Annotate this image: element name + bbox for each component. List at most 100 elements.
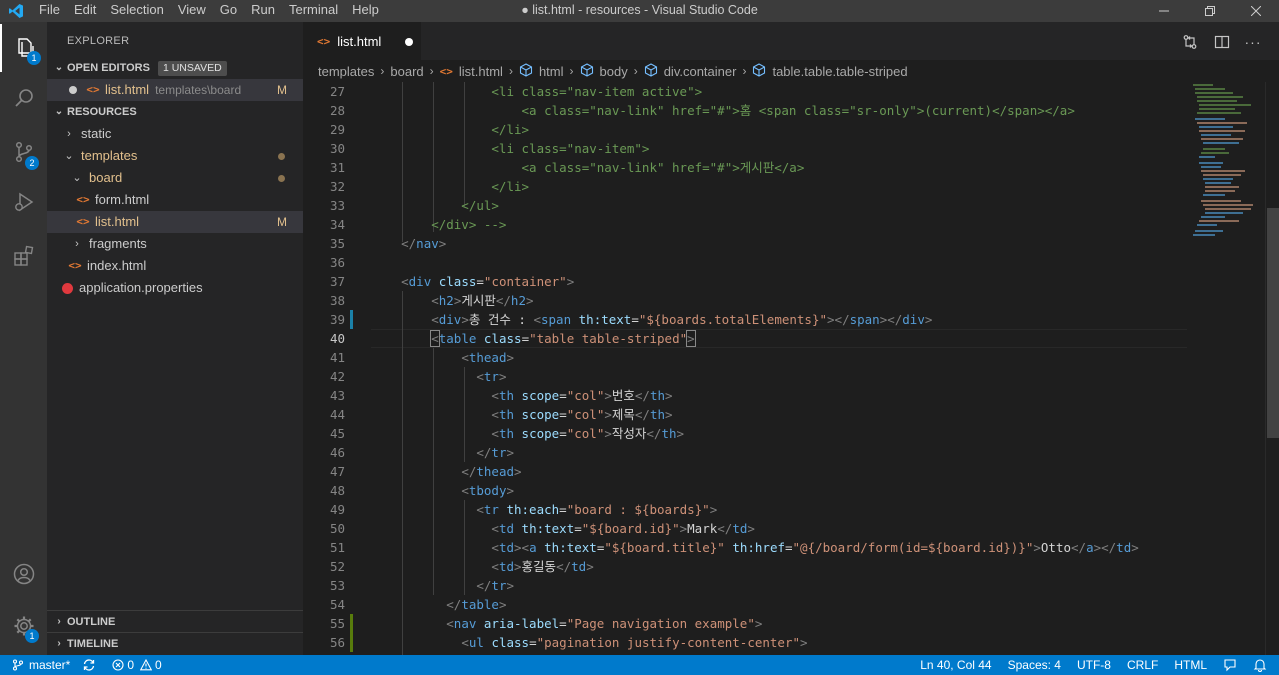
- properties-file-icon: [59, 282, 75, 294]
- breadcrumb-item[interactable]: html: [539, 64, 564, 79]
- code-line: <nav aria-label="Page navigation example…: [446, 616, 763, 631]
- menu-terminal[interactable]: Terminal: [282, 0, 345, 22]
- code-line: <div>총 건수 : <span th:text="${boards.tota…: [431, 312, 933, 327]
- tree-item-application-properties[interactable]: application.properties: [47, 277, 303, 299]
- menu-edit[interactable]: Edit: [67, 0, 103, 22]
- minimap[interactable]: [1189, 82, 1269, 655]
- vertical-scrollbar[interactable]: [1265, 82, 1279, 655]
- vscode-logo-icon: [0, 0, 32, 22]
- line-number-gutter: 27 28 29 30 31 32 33 34 35 36 37 38 39 4…: [303, 82, 353, 655]
- code-line: <tr th:each="board : ${boards}">: [476, 502, 718, 517]
- tree-item-list-html[interactable]: <> list.html M: [47, 211, 303, 233]
- symbol-cube-icon: [519, 62, 533, 80]
- cursor-position-status[interactable]: Ln 40, Col 44: [914, 655, 1001, 675]
- tree-item-index-html[interactable]: <> index.html: [47, 255, 303, 277]
- line-number-current: 40: [329, 331, 345, 346]
- code-area[interactable]: <li class="nav-item active"> <a class="n…: [371, 82, 1251, 655]
- source-control-activity[interactable]: 2: [0, 128, 47, 176]
- run-debug-icon: [14, 192, 33, 212]
- line-number: 42: [329, 369, 345, 384]
- html-file-icon: <>: [317, 34, 331, 48]
- breadcrumb-item[interactable]: table.table.table-striped: [772, 64, 907, 79]
- accounts-activity[interactable]: [0, 550, 47, 598]
- manage-activity[interactable]: 1: [0, 602, 47, 650]
- chevron-down-icon: ⌄: [54, 62, 64, 73]
- more-actions-button[interactable]: ···: [1243, 32, 1263, 52]
- line-number: 33: [329, 198, 345, 213]
- explorer-badge: 1: [27, 51, 41, 65]
- breadcrumb-item[interactable]: body: [600, 64, 628, 79]
- folder-label: RESOURCES: [67, 106, 137, 118]
- tree-item-label: fragments: [89, 236, 147, 251]
- window-controls: [1141, 0, 1279, 22]
- line-number: 35: [329, 236, 345, 251]
- git-branch-status[interactable]: master*: [0, 655, 76, 675]
- tree-item-fragments[interactable]: › fragments: [47, 233, 303, 255]
- explorer-activity[interactable]: 1: [0, 24, 47, 72]
- line-number: 44: [329, 407, 345, 422]
- split-editor-button[interactable]: [1212, 32, 1232, 52]
- line-number: 54: [329, 597, 345, 612]
- code-line: <th scope="col">작성자</th>: [491, 426, 685, 441]
- indentation-status[interactable]: Spaces: 4: [1002, 655, 1071, 675]
- resources-folder-header[interactable]: ⌄ RESOURCES: [47, 101, 303, 123]
- notifications-button[interactable]: [1247, 655, 1279, 675]
- sidebar-title: EXPLORER: [67, 35, 130, 47]
- line-number: 55: [329, 616, 345, 631]
- timeline-section[interactable]: › TIMELINE: [47, 632, 303, 655]
- open-editors-header[interactable]: ⌄ OPEN EDITORS 1 UNSAVED: [47, 57, 303, 79]
- encoding-status[interactable]: UTF-8: [1071, 655, 1121, 675]
- scrollbar-thumb[interactable]: [1267, 208, 1279, 438]
- extensions-icon: [13, 245, 33, 266]
- tree-item-board[interactable]: ⌄ board: [47, 167, 303, 189]
- extensions-activity[interactable]: [0, 232, 47, 280]
- run-debug-activity[interactable]: [0, 178, 47, 226]
- line-number: 36: [329, 255, 345, 270]
- open-changes-button[interactable]: [1180, 32, 1200, 52]
- feedback-button[interactable]: [1217, 655, 1247, 675]
- menu-selection[interactable]: Selection: [103, 0, 170, 22]
- tab-list-html[interactable]: <> list.html: [303, 22, 421, 60]
- sync-button[interactable]: [76, 655, 102, 675]
- code-line: <div class="container">: [401, 274, 575, 289]
- menu-help[interactable]: Help: [345, 0, 386, 22]
- breadcrumb-item[interactable]: div.container: [664, 64, 737, 79]
- line-number: 31: [329, 160, 345, 175]
- unsaved-dot-icon[interactable]: [65, 86, 81, 94]
- outline-section[interactable]: › OUTLINE: [47, 610, 303, 633]
- menu-run[interactable]: Run: [244, 0, 282, 22]
- code-editor[interactable]: 27 28 29 30 31 32 33 34 35 36 37 38 39 4…: [303, 82, 1279, 655]
- settings-badge: 1: [25, 629, 39, 643]
- search-activity[interactable]: [0, 74, 47, 122]
- code-line: <ul class="pagination justify-content-ce…: [461, 635, 808, 650]
- breadcrumb-item[interactable]: board: [390, 64, 423, 79]
- code-line: <th scope="col">번호</th>: [491, 388, 673, 403]
- tree-item-templates[interactable]: ⌄ templates: [47, 145, 303, 167]
- breadcrumb-item[interactable]: templates: [318, 64, 374, 79]
- title-bar: File Edit Selection View Go Run Terminal…: [0, 0, 1279, 22]
- code-line: <li class="nav-item">: [371, 141, 650, 156]
- tree-item-static[interactable]: › static: [47, 123, 303, 145]
- code-line: </tr>: [476, 578, 515, 593]
- chevron-right-icon: ›: [633, 64, 638, 78]
- open-editor-list-html[interactable]: <> list.html templates\board M: [47, 79, 303, 101]
- unsaved-dot-icon[interactable]: [405, 38, 413, 46]
- chevron-right-icon: ›: [57, 638, 61, 649]
- restore-button[interactable]: [1187, 0, 1233, 22]
- chevron-down-icon: ⌄: [64, 150, 74, 162]
- eol-status[interactable]: CRLF: [1121, 655, 1168, 675]
- breadcrumb-item[interactable]: list.html: [459, 64, 503, 79]
- language-mode-status[interactable]: HTML: [1168, 655, 1217, 675]
- tree-item-form-html[interactable]: <> form.html: [47, 189, 303, 211]
- problems-status[interactable]: 0 0: [102, 655, 167, 675]
- menu-view[interactable]: View: [171, 0, 213, 22]
- open-editor-filename: list.html: [105, 82, 150, 97]
- minimize-button[interactable]: [1141, 0, 1187, 22]
- menu-go[interactable]: Go: [213, 0, 244, 22]
- symbol-cube-icon: [644, 62, 658, 80]
- error-count: 0: [127, 658, 135, 672]
- line-number: 41: [329, 350, 345, 365]
- feedback-icon: [1224, 659, 1236, 672]
- menu-file[interactable]: File: [32, 0, 67, 22]
- close-button[interactable]: [1233, 0, 1279, 22]
